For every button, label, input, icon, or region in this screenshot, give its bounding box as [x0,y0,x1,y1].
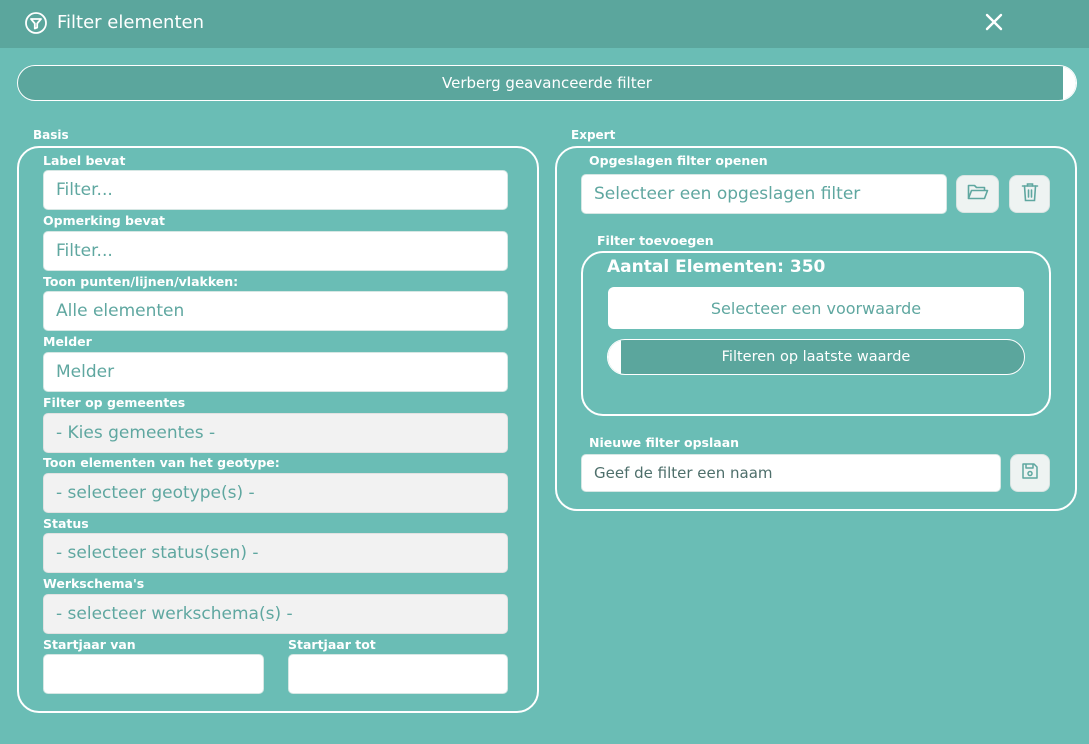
reporter-label: Melder [43,334,92,349]
saved-filter-select[interactable]: Selecteer een opgeslagen filter [581,174,947,214]
folder-open-icon [967,183,989,205]
municipalities-label: Filter op gemeentes [43,395,186,410]
remark-contains-input[interactable]: Filter... [43,231,508,271]
save-new-label: Nieuwe filter opslaan [589,435,740,450]
geotype-select[interactable]: - selecteer geotype(s) - [43,473,508,513]
advanced-filter-toggle[interactable]: Verberg geavanceerde filter [17,65,1077,101]
start-year-from-label: Startjaar van [43,637,136,652]
filter-name-placeholder: Geef de filter een naam [594,464,773,482]
close-icon[interactable] [982,10,1006,34]
workschemes-select[interactable]: - selecteer werkschema(s) - [43,594,508,634]
toggle-knob [608,340,621,374]
remark-contains-label: Opmerking bevat [43,213,166,228]
geotype-label: Toon elementen van het geotype: [43,455,280,470]
show-geometry-select[interactable]: Alle elementen [43,291,508,331]
start-year-from-input[interactable] [43,654,264,694]
status-select[interactable]: - selecteer status(sen) - [43,533,508,573]
delete-saved-filter-button[interactable] [1009,175,1050,213]
basis-section-label: Basis [33,128,69,142]
open-saved-filter-button[interactable] [956,175,999,213]
status-value: - selecteer status(sen) - [56,543,259,563]
advanced-filter-toggle-label: Verberg geavanceerde filter [442,74,652,92]
last-value-toggle-label: Filteren op laatste waarde [721,349,911,365]
title-bar: Filter elementen [0,0,1089,48]
label-contains-input[interactable]: Filter... [43,170,508,210]
start-year-to-label: Startjaar tot [288,637,376,652]
status-label: Status [43,516,89,531]
save-icon [1021,462,1039,484]
select-condition-button[interactable]: Selecteer een voorwaarde [608,287,1024,329]
filter-name-input[interactable]: Geef de filter een naam [581,454,1001,492]
remark-contains-placeholder: Filter... [56,241,113,261]
saved-filter-placeholder: Selecteer een opgeslagen filter [594,184,861,204]
municipalities-value: - Kies gemeentes - [56,423,216,443]
label-contains-placeholder: Filter... [56,180,113,200]
municipalities-select[interactable]: - Kies gemeentes - [43,413,508,453]
filter-circle-icon [24,11,48,35]
last-value-toggle[interactable]: Filteren op laatste waarde [607,339,1025,375]
start-year-to-input[interactable] [288,654,508,694]
select-condition-label: Selecteer een voorwaarde [710,298,922,318]
label-contains-label: Label bevat [43,153,126,168]
save-filter-button[interactable] [1010,454,1050,492]
workschemes-label: Werkschema's [43,576,145,591]
trash-icon [1021,182,1039,206]
open-saved-label: Opgeslagen filter openen [589,153,768,168]
toggle-knob [1063,66,1076,100]
workschemes-value: - selecteer werkschema(s) - [56,604,293,624]
show-geometry-label: Toon punten/lijnen/vlakken: [43,274,239,289]
reporter-select[interactable]: Melder [43,352,508,392]
geotype-value: - selecteer geotype(s) - [56,483,255,503]
window-title: Filter elementen [57,12,205,33]
element-count: Aantal Elementen: 350 [607,257,826,277]
reporter-value: Melder [56,362,115,382]
expert-section-label: Expert [571,128,616,142]
add-filter-label: Filter toevoegen [597,233,714,248]
show-geometry-value: Alle elementen [56,301,185,321]
